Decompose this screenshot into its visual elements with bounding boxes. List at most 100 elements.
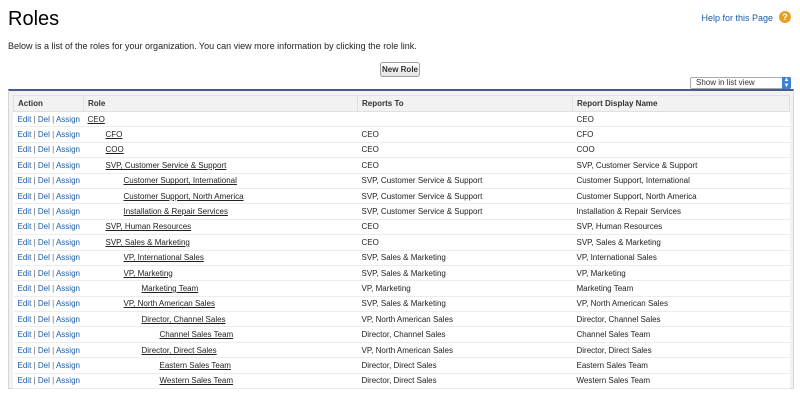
del-link[interactable]: Del [38, 346, 50, 355]
role-link[interactable]: Director, Channel Sales [142, 315, 226, 324]
edit-link[interactable]: Edit [18, 284, 32, 293]
edit-link[interactable]: Edit [18, 130, 32, 139]
assign-link[interactable]: Assign [56, 269, 80, 278]
assign-link[interactable]: Assign [56, 284, 80, 293]
del-link[interactable]: Del [38, 145, 50, 154]
display-name-cell: Channel Sales Team [572, 326, 790, 343]
assign-link[interactable]: Assign [56, 299, 80, 308]
action-separator: | [52, 191, 55, 201]
assign-link[interactable]: Assign [56, 315, 80, 324]
action-separator: | [33, 314, 36, 324]
action-separator: | [52, 237, 55, 247]
role-link[interactable]: CEO [88, 115, 105, 124]
reports-to-cell: SVP, Sales & Marketing [357, 296, 573, 313]
del-link[interactable]: Del [38, 192, 50, 201]
assign-link[interactable]: Assign [56, 192, 80, 201]
edit-link[interactable]: Edit [18, 222, 32, 231]
del-link[interactable]: Del [38, 161, 50, 170]
table-row: Edit | Del | Assign Installation & Repair… [13, 203, 790, 220]
edit-link[interactable]: Edit [18, 330, 32, 339]
edit-link[interactable]: Edit [18, 161, 32, 170]
edit-link[interactable]: Edit [18, 299, 32, 308]
edit-link[interactable]: Edit [18, 376, 32, 385]
del-link[interactable]: Del [38, 176, 50, 185]
edit-link[interactable]: Edit [18, 315, 32, 324]
display-name-cell: VP, International Sales [572, 250, 790, 266]
del-link[interactable]: Del [38, 130, 50, 139]
assign-link[interactable]: Assign [56, 207, 80, 216]
del-link[interactable]: Del [38, 361, 50, 370]
role-link[interactable]: Marketing Team [142, 284, 199, 293]
role-link[interactable]: SVP, Sales & Marketing [106, 238, 190, 247]
edit-link[interactable]: Edit [18, 115, 32, 124]
action-separator: | [52, 314, 55, 324]
assign-link[interactable]: Assign [56, 115, 80, 124]
del-link[interactable]: Del [38, 330, 50, 339]
del-link[interactable]: Del [38, 299, 50, 308]
role-link[interactable]: SVP, Human Resources [106, 222, 192, 231]
role-cell: VP, Marketing [83, 265, 358, 282]
edit-link[interactable]: Edit [18, 192, 32, 201]
role-link[interactable]: Eastern Sales Team [160, 361, 231, 370]
assign-link[interactable]: Assign [56, 376, 80, 385]
assign-link[interactable]: Assign [56, 145, 80, 154]
edit-link[interactable]: Edit [18, 145, 32, 154]
role-link[interactable]: Customer Support, International [124, 176, 237, 185]
del-link[interactable]: Del [38, 315, 50, 324]
role-link[interactable]: VP, International Sales [124, 253, 204, 262]
row-actions: Edit | Del | Assign [13, 142, 84, 159]
role-cell: Channel Sales Team [83, 326, 358, 343]
role-link[interactable]: Installation & Repair Services [124, 207, 229, 216]
assign-link[interactable]: Assign [56, 176, 80, 185]
role-link[interactable]: VP, Marketing [124, 269, 173, 278]
role-link[interactable]: COO [106, 145, 124, 154]
reports-to-cell: CEO [357, 142, 573, 159]
row-actions: Edit | Del | Assign [13, 296, 84, 313]
assign-link[interactable]: Assign [56, 130, 80, 139]
role-cell: COO [83, 142, 358, 159]
role-link[interactable]: Customer Support, North America [124, 192, 244, 201]
display-name-cell: SVP, Customer Service & Support [572, 157, 790, 174]
edit-link[interactable]: Edit [18, 238, 32, 247]
assign-link[interactable]: Assign [56, 361, 80, 370]
assign-link[interactable]: Assign [56, 253, 80, 262]
role-link[interactable]: Channel Sales Team [160, 330, 234, 339]
assign-link[interactable]: Assign [56, 330, 80, 339]
del-link[interactable]: Del [38, 376, 50, 385]
del-link[interactable]: Del [38, 238, 50, 247]
new-role-button[interactable]: New Role [380, 62, 420, 77]
del-link[interactable]: Del [38, 284, 50, 293]
del-link[interactable]: Del [38, 207, 50, 216]
edit-link[interactable]: Edit [18, 176, 32, 185]
action-separator: | [33, 237, 36, 247]
table-row: Edit | Del | Assign Channel Sales Team Dir… [13, 326, 790, 343]
action-separator: | [33, 299, 36, 309]
table-row: Edit | Del | Assign Customer Support, Nor… [13, 188, 790, 205]
assign-link[interactable]: Assign [56, 346, 80, 355]
help-link[interactable]: Help for this Page [701, 13, 773, 23]
edit-link[interactable]: Edit [18, 361, 32, 370]
edit-link[interactable]: Edit [18, 207, 32, 216]
view-mode-select[interactable]: Show in list view ▲ ▼ [690, 77, 791, 89]
del-link[interactable]: Del [38, 222, 50, 231]
assign-link[interactable]: Assign [56, 161, 80, 170]
help-icon[interactable]: ? [779, 11, 791, 23]
role-link[interactable]: VP, North American Sales [124, 299, 215, 308]
del-link[interactable]: Del [38, 115, 50, 124]
edit-link[interactable]: Edit [18, 269, 32, 278]
edit-link[interactable]: Edit [18, 346, 32, 355]
table-row: Edit | Del | Assign SVP, Sales & Marketin… [13, 234, 790, 251]
role-link[interactable]: CFO [106, 130, 123, 139]
row-actions: Edit | Del | Assign [13, 280, 84, 297]
row-actions: Edit | Del | Assign [13, 111, 84, 128]
role-link[interactable]: Director, Direct Sales [142, 346, 217, 355]
assign-link[interactable]: Assign [56, 238, 80, 247]
assign-link[interactable]: Assign [56, 222, 80, 231]
edit-link[interactable]: Edit [18, 253, 32, 262]
del-link[interactable]: Del [38, 269, 50, 278]
role-link[interactable]: SVP, Customer Service & Support [106, 161, 227, 170]
view-mode-value: Show in list view [696, 78, 755, 87]
role-link[interactable]: Western Sales Team [160, 376, 234, 385]
row-actions: Edit | Del | Assign [13, 373, 84, 390]
del-link[interactable]: Del [38, 253, 50, 262]
